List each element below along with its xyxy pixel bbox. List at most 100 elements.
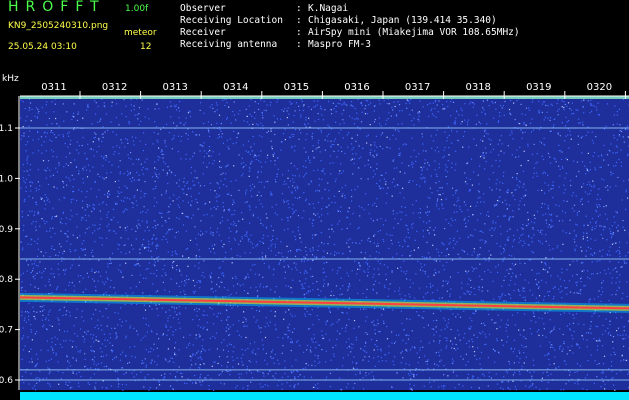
noise-dot (497, 215, 499, 217)
noise-dot (50, 130, 52, 132)
noise-dot (242, 387, 244, 389)
noise-dot (202, 271, 204, 273)
noise-dot (436, 129, 438, 131)
noise-dot (589, 328, 591, 330)
noise-dot (570, 109, 573, 111)
noise-dot (145, 143, 147, 145)
noise-dot (265, 352, 267, 355)
noise-dot (469, 103, 471, 105)
noise-dot (284, 367, 286, 369)
noise-dot (203, 156, 205, 158)
noise-dot (161, 307, 164, 309)
noise-dot (175, 377, 177, 379)
noise-dot (376, 168, 378, 170)
noise-dot (22, 272, 24, 274)
noise-dot (602, 229, 605, 231)
noise-dot (539, 241, 541, 243)
noise-dot (564, 212, 566, 214)
noise-dot (488, 250, 490, 252)
noise-dot (208, 155, 210, 157)
noise-dot (210, 272, 212, 274)
noise-dot (175, 231, 177, 233)
noise-dot (301, 284, 303, 286)
noise-dot (93, 351, 95, 353)
noise-dot (74, 159, 76, 161)
noise-dot (550, 346, 552, 348)
noise-dot (427, 162, 429, 164)
noise-dot (592, 142, 595, 144)
noise-dot (186, 275, 188, 277)
noise-dot (602, 249, 604, 251)
noise-dot (176, 265, 178, 267)
noise-dot (189, 367, 191, 369)
noise-dot (519, 334, 521, 336)
noise-dot (438, 163, 440, 165)
noise-dot (617, 334, 619, 336)
noise-dot (511, 314, 514, 316)
noise-dot (479, 275, 481, 277)
noise-dot (365, 252, 367, 254)
noise-dot (26, 260, 28, 262)
noise-dot (141, 243, 144, 246)
noise-dot (76, 226, 78, 228)
noise-dot (568, 312, 570, 314)
noise-dot (127, 154, 129, 156)
noise-dot (251, 195, 253, 197)
noise-dot (520, 164, 522, 167)
noise-dot (351, 242, 354, 244)
noise-dot (82, 167, 84, 169)
noise-dot (547, 174, 549, 176)
noise-dot (440, 359, 442, 361)
noise-dot (161, 225, 163, 227)
noise-dot (302, 286, 304, 288)
noise-dot (62, 103, 64, 105)
noise-dot (536, 161, 538, 163)
noise-dot (605, 186, 607, 188)
noise-dot (102, 177, 104, 179)
noise-dot (90, 333, 92, 336)
noise-dot (145, 349, 147, 351)
noise-dot (250, 269, 252, 271)
noise-dot (370, 144, 372, 146)
noise-dot (426, 256, 428, 258)
noise-dot (468, 328, 470, 330)
noise-dot (93, 280, 95, 282)
noise-dot (284, 360, 286, 362)
noise-dot (461, 249, 463, 251)
noise-dot (69, 152, 71, 154)
noise-dot (32, 152, 34, 154)
noise-dot (473, 171, 475, 173)
noise-dot (155, 174, 157, 176)
noise-dot (406, 350, 408, 352)
noise-dot (585, 173, 587, 175)
noise-dot (470, 386, 473, 388)
noise-dot (362, 292, 364, 294)
noise-dot (431, 108, 433, 110)
noise-dot (477, 255, 480, 257)
noise-dot (153, 205, 155, 207)
noise-dot (383, 320, 385, 322)
noise-dot (391, 195, 393, 197)
noise-dot (546, 111, 548, 113)
noise-dot (481, 286, 483, 288)
noise-dot (146, 222, 148, 224)
noise-dot (574, 248, 576, 250)
noise-dot (66, 356, 68, 358)
noise-dot (341, 311, 343, 314)
noise-dot (497, 351, 500, 353)
noise-dot (587, 360, 589, 362)
noise-dot (366, 288, 368, 290)
noise-dot (233, 165, 235, 167)
noise-dot (373, 349, 375, 351)
noise-dot (420, 177, 422, 179)
noise-dot (294, 315, 296, 317)
noise-dot (426, 286, 428, 288)
noise-dot (391, 181, 393, 183)
noise-dot (250, 287, 252, 289)
noise-dot (333, 140, 335, 142)
noise-dot (211, 287, 213, 289)
noise-dot (416, 230, 418, 232)
noise-dot (341, 104, 343, 106)
noise-dot (618, 134, 620, 136)
noise-dot (145, 366, 147, 368)
